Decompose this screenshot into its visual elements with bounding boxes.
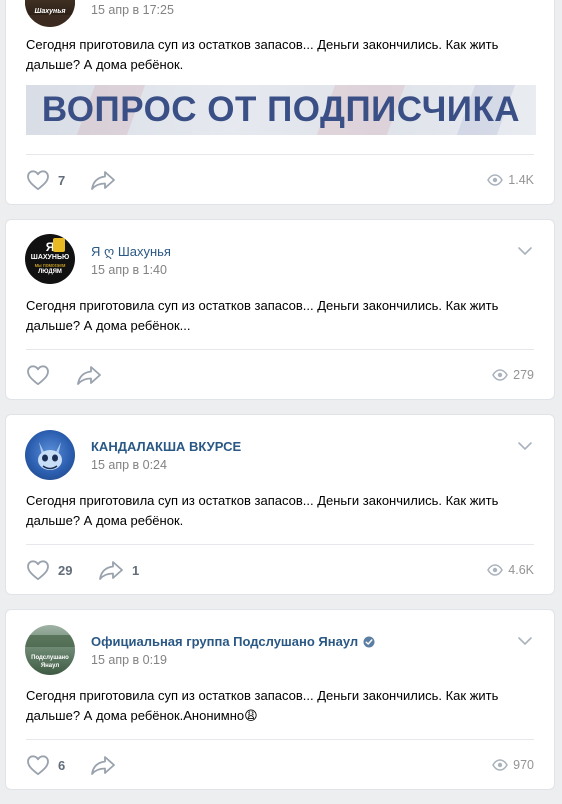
avatar[interactable]: Я ШАХУНЬЮ мы помогаем ЛЮДЯМ <box>25 234 75 284</box>
cat-mascot-icon <box>38 442 62 470</box>
avatar-logo-text: Я <box>45 240 55 254</box>
views-counter: 4.6K <box>487 558 534 582</box>
avatar-logo-text: Шахунья <box>34 8 66 15</box>
post-banner-image[interactable]: ВОПРОС ОТ ПОДПИСЧИКА <box>26 85 536 135</box>
chevron-down-icon[interactable] <box>518 442 532 450</box>
post-author-link[interactable]: Я ღ Шахунья <box>91 244 171 260</box>
post-text: Сегодня приготовила суп из остатков запа… <box>26 37 499 72</box>
post-author-link[interactable]: Официальная группа Подслушано Янаул <box>91 634 358 649</box>
divider <box>26 349 534 350</box>
banner-caption: ВОПРОС ОТ ПОДПИСЧИКА <box>41 90 521 129</box>
divider <box>26 154 534 155</box>
share-arrow-icon <box>99 561 123 580</box>
post-text: Сегодня приготовила суп из остатков запа… <box>26 688 499 723</box>
like-button[interactable]: 29 <box>26 558 72 582</box>
post-card: Подслушано Янаул Официальная группа Подс… <box>5 609 555 790</box>
post-time[interactable]: 15 апр в 1:40 <box>91 263 167 277</box>
heart-icon <box>27 755 49 776</box>
post-card: Шахунья 15 апр в 17:25 Сегодня приготови… <box>5 0 555 205</box>
avatar-logo-text: ЛЮДЯМ <box>38 269 62 275</box>
eye-icon <box>492 759 509 771</box>
avatar-logo-text: Подслушано <box>31 655 69 661</box>
verified-badge-icon <box>363 636 375 647</box>
like-button[interactable]: 7 <box>26 168 65 192</box>
like-button[interactable]: 6 <box>26 753 65 777</box>
share-count: 1 <box>132 562 140 578</box>
avatar[interactable]: Шахунья <box>25 0 75 27</box>
share-button[interactable] <box>76 363 110 387</box>
views-count: 970 <box>513 758 534 772</box>
chevron-down-icon[interactable] <box>518 637 532 645</box>
like-count: 29 <box>58 562 73 578</box>
divider <box>26 739 534 740</box>
heart-icon <box>27 560 49 581</box>
heart-icon <box>27 170 49 191</box>
heart-icon <box>27 365 49 386</box>
views-counter: 970 <box>492 753 534 777</box>
share-arrow-icon <box>91 171 115 190</box>
eye-icon <box>487 564 504 576</box>
share-button[interactable] <box>90 753 124 777</box>
post-card: Я ШАХУНЬЮ мы помогаем ЛЮДЯМ Я ღ Шахунья … <box>5 219 555 400</box>
views-count: 1.4K <box>508 173 534 187</box>
post-time[interactable]: 15 апр в 17:25 <box>91 3 174 17</box>
views-counter: 279 <box>492 363 534 387</box>
divider <box>26 544 534 545</box>
views-counter: 1.4K <box>487 168 534 192</box>
post-text: Сегодня приготовила суп из остатков запа… <box>26 493 499 528</box>
like-count: 7 <box>58 172 66 188</box>
avatar-logo-text: ШАХУНЬЮ <box>30 254 70 261</box>
share-button[interactable] <box>90 168 124 192</box>
post-author-link[interactable]: КАНДАЛАКША ВКУРСЕ <box>91 439 241 454</box>
share-arrow-icon <box>77 366 101 385</box>
eye-icon <box>492 369 509 381</box>
share-arrow-icon <box>91 756 115 775</box>
views-count: 4.6K <box>508 563 534 577</box>
chevron-down-icon[interactable] <box>518 247 532 255</box>
post-time[interactable]: 15 апр в 0:19 <box>91 653 167 667</box>
share-button[interactable]: 1 <box>98 558 139 582</box>
avatar[interactable] <box>25 430 75 480</box>
avatar[interactable]: Подслушано Янаул <box>25 625 75 675</box>
eye-icon <box>487 174 504 186</box>
post-text: Сегодня приготовила суп из остатков запа… <box>26 298 499 333</box>
like-button[interactable] <box>26 363 58 387</box>
like-count: 6 <box>58 757 66 773</box>
avatar-logo-text: Янаул <box>40 663 60 669</box>
views-count: 279 <box>513 368 534 382</box>
post-card: КАНДАЛАКША ВКУРСЕ 15 апр в 0:24 Сегодня … <box>5 414 555 595</box>
post-time[interactable]: 15 апр в 0:24 <box>91 458 167 472</box>
